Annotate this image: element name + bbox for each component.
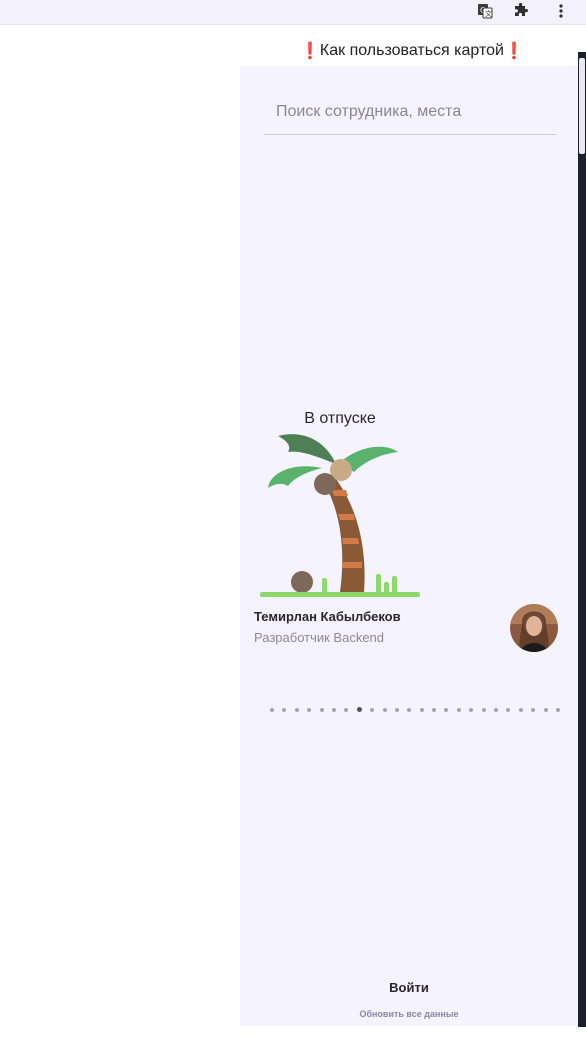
employee-status: В отпуске <box>304 410 376 427</box>
palm-tree-icon <box>260 428 424 604</box>
more-vert-icon[interactable] <box>555 0 567 22</box>
carousel-dot[interactable] <box>370 707 375 712</box>
carousel-dot[interactable] <box>419 707 424 712</box>
carousel-dot[interactable] <box>432 707 437 712</box>
carousel-dot[interactable] <box>282 707 287 712</box>
carousel-dot[interactable] <box>344 707 349 712</box>
how-to-use-map-label: Как пользоваться картой <box>319 42 504 59</box>
carousel-dot[interactable] <box>456 707 461 712</box>
translate-icon[interactable]: G 文 <box>476 0 494 22</box>
employee-role: Разработчик Backend <box>254 630 385 645</box>
search-input[interactable] <box>264 96 580 128</box>
carousel-dot[interactable] <box>494 707 499 712</box>
exclamation-icon: ❗ <box>300 43 320 60</box>
carousel-dot[interactable] <box>394 707 399 712</box>
carousel-dot[interactable] <box>518 707 523 712</box>
carousel-dot[interactable] <box>331 707 336 712</box>
carousel-dot[interactable] <box>481 707 486 712</box>
carousel-dot[interactable] <box>555 707 560 712</box>
refresh-all-data-button[interactable]: Обновить все данные <box>240 1009 578 1019</box>
avatar[interactable] <box>510 604 558 652</box>
map-edge <box>578 52 586 1027</box>
employee-panel: В отпуске Темирлан Кабылбеков Разработ <box>240 66 580 1026</box>
carousel-dot[interactable] <box>294 707 299 712</box>
how-to-use-map-link[interactable]: ❗ Как пользоваться картой ❗ <box>300 40 586 62</box>
extensions-icon[interactable] <box>511 0 531 22</box>
carousel-dot[interactable] <box>356 707 362 712</box>
exclamation-icon: ❗ <box>503 43 524 60</box>
browser-toolbar: G 文 <box>0 0 586 25</box>
carousel-dot[interactable] <box>543 707 548 712</box>
login-button[interactable]: Войти <box>240 980 578 995</box>
carousel-dot[interactable] <box>270 707 274 712</box>
carousel-dot[interactable] <box>382 707 387 712</box>
employee-name: Темирлан Кабылбеков <box>254 609 401 624</box>
svg-text:文: 文 <box>485 9 492 18</box>
carousel-dot[interactable] <box>407 707 412 712</box>
search-field[interactable] <box>264 96 580 135</box>
carousel-dot[interactable] <box>469 707 474 712</box>
carousel-dots <box>270 707 560 712</box>
carousel-dot[interactable] <box>319 707 324 712</box>
carousel-dot[interactable] <box>444 707 449 712</box>
carousel-dot[interactable] <box>307 707 312 712</box>
carousel-dot[interactable] <box>506 707 511 712</box>
carousel-dot[interactable] <box>531 707 536 712</box>
